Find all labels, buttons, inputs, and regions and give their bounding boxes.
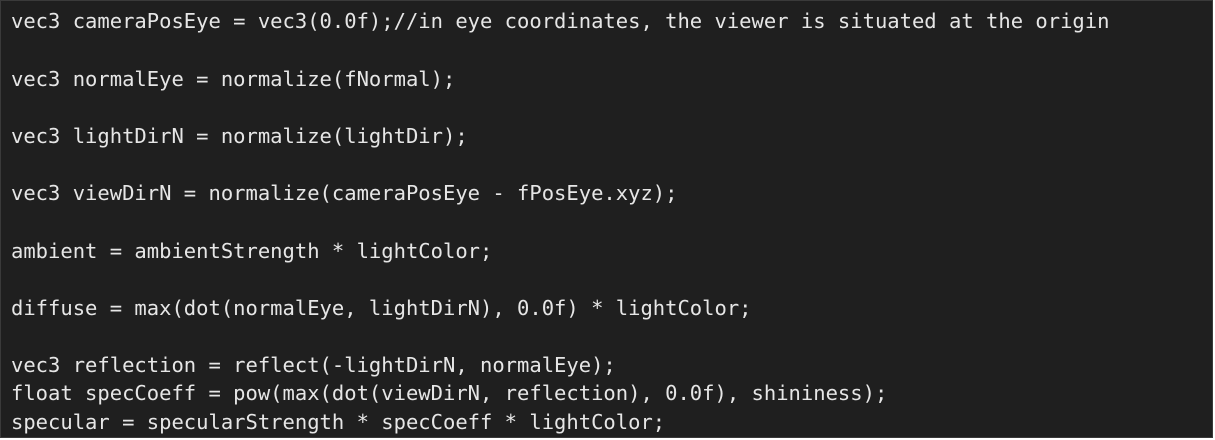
code-line-spec-coeff: float specCoeff = pow(max(dot(viewDirN, … — [11, 381, 888, 405]
code-line-view-dir-n: vec3 viewDirN = normalize(cameraPosEye -… — [11, 181, 678, 205]
code-line-light-dir-n: vec3 lightDirN = normalize(lightDir); — [11, 124, 468, 148]
code-line-ambient: ambient = ambientStrength * lightColor; — [11, 239, 493, 263]
code-line-diffuse: diffuse = max(dot(normalEye, lightDirN),… — [11, 296, 752, 320]
code-line-camera-pos-eye: vec3 cameraPosEye = vec3(0.0f);//in eye … — [11, 9, 1110, 33]
code-line-specular: specular = specularStrength * specCoeff … — [11, 410, 666, 434]
code-editor-panel: vec3 cameraPosEye = vec3(0.0f);//in eye … — [0, 0, 1213, 438]
code-line-reflection: vec3 reflection = reflect(-lightDirN, no… — [11, 353, 616, 377]
code-line-normal-eye: vec3 normalEye = normalize(fNormal); — [11, 67, 456, 91]
